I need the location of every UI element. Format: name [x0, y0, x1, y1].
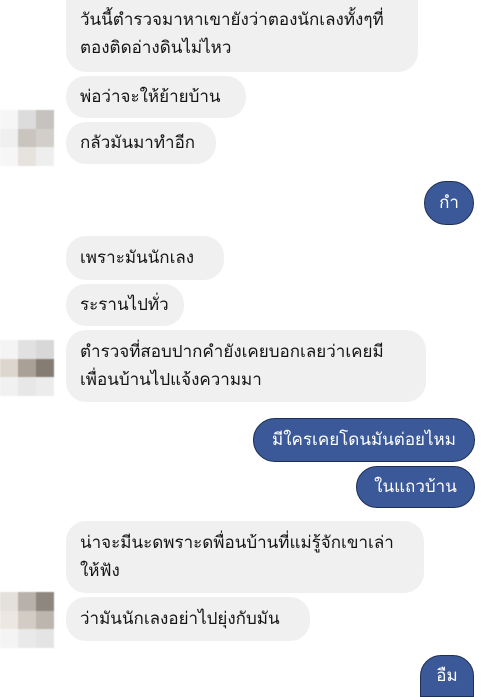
outgoing-message[interactable]: มีใครเคยโดนมันต่อยไหม — [253, 418, 475, 462]
incoming-message[interactable]: วันนี้ตำรวจมาหาเขายังว่าตองนักเลงทั้งๆที… — [66, 0, 418, 72]
incoming-message[interactable]: ระรานไปทั่ว — [66, 284, 184, 326]
incoming-message[interactable]: พ่อว่าจะให้ย้ายบ้าน — [66, 76, 246, 118]
incoming-message[interactable]: ตำรวจที่สอบปากคำยังเคยบอกเลยว่าเคยมี เพื… — [66, 330, 426, 402]
incoming-message[interactable]: กลัวมันมาทำอีก — [66, 122, 216, 164]
sender-avatar[interactable] — [0, 592, 54, 648]
incoming-message[interactable]: ว่ามันนักเลงอย่าไปยุ่งกับมัน — [66, 597, 310, 641]
sender-avatar[interactable] — [0, 110, 54, 166]
incoming-message[interactable]: น่าจะมีนะดพราะดพื่อนบ้านที่แม่รู้จักเขาเ… — [66, 521, 424, 593]
outgoing-message[interactable]: กำ — [424, 181, 474, 225]
outgoing-message[interactable]: อืม — [420, 655, 474, 697]
incoming-message[interactable]: เพราะมันนักเลง — [66, 236, 224, 280]
outgoing-message[interactable]: ในแถวบ้าน — [356, 466, 475, 508]
sender-avatar[interactable] — [0, 340, 54, 396]
